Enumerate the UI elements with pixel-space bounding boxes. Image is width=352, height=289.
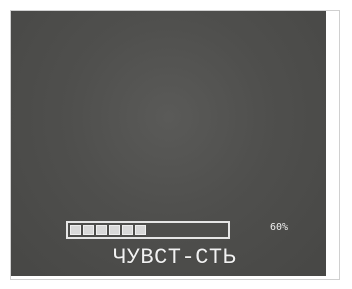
progress-segment	[122, 225, 133, 235]
progress-percent-text: 60%	[270, 222, 289, 233]
sensitivity-progress-bar	[66, 221, 230, 239]
progress-segment	[70, 225, 81, 235]
progress-segment	[135, 225, 146, 235]
sensitivity-label: ЧУВСТ-СТЬ	[113, 245, 237, 270]
progress-fill	[70, 225, 146, 235]
progress-segment	[109, 225, 120, 235]
progress-segment	[83, 225, 94, 235]
progress-segment	[96, 225, 107, 235]
camera-screen: 60% ЧУВСТ-СТЬ	[11, 11, 326, 276]
